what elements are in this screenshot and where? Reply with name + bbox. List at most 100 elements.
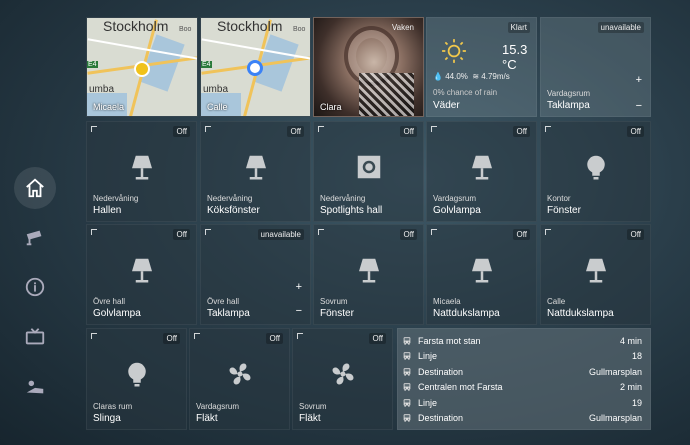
bus-icon: [403, 352, 411, 360]
bus-icon: [403, 367, 411, 376]
increase-button[interactable]: +: [296, 281, 302, 293]
map-tile-calle[interactable]: Stockholm Boo E4 umba Calle: [200, 17, 311, 117]
map-tile-micaela[interactable]: Stockholm Boo E4 umba Micaela: [86, 17, 198, 117]
location-dot-icon: [247, 60, 263, 76]
transit-value: Gullmarsplan: [588, 366, 642, 377]
cctv-icon: [26, 230, 42, 246]
light-tile[interactable]: Off Nedervåning Köksfönster: [200, 121, 311, 222]
tile-room: Kontor: [547, 194, 571, 203]
tile-state: Off: [513, 126, 530, 137]
light-tile[interactable]: Off Vardagsrum Fläkt: [189, 328, 290, 430]
light-tile[interactable]: Off Nedervåning Hallen: [86, 121, 197, 222]
map-city-label: Stockholm: [217, 18, 283, 34]
tile-state: Off: [627, 229, 644, 240]
transit-value: 4 min: [619, 335, 642, 346]
corner-mark: [91, 126, 97, 132]
tile-vardagsrum-taklampa[interactable]: unavailable + − Vardagsrum Taklampa: [540, 17, 651, 117]
map-person-label: Calle: [207, 102, 228, 112]
tile-room: Övre hall: [207, 297, 240, 306]
tile-state: Off: [369, 333, 386, 344]
tile-name: Köksfönster: [207, 205, 260, 216]
light-tile[interactable]: Off Nedervåning Spotlights hall: [313, 121, 424, 222]
corner-mark: [91, 333, 97, 339]
floor-lamp-icon: [127, 152, 157, 182]
rain-chance: 0% chance of rain: [433, 88, 498, 97]
tile-name: Fönster: [320, 308, 354, 319]
tile-state: Off: [400, 126, 417, 137]
tile-state: Off: [627, 126, 644, 137]
nav-camera[interactable]: [14, 216, 56, 258]
increase-button[interactable]: +: [636, 74, 642, 86]
info-icon: [25, 277, 45, 297]
tile-room: Nedervåning: [207, 194, 253, 203]
weather-tile[interactable]: Klart 15.3 °C 💧 44.0% ≋ 4.79m/s 0% chanc…: [426, 17, 537, 117]
transit-value: 18: [631, 351, 642, 361]
tile-name: Golvlampa: [433, 205, 481, 216]
nav-sleep[interactable]: [14, 366, 56, 408]
light-tile[interactable]: Off Övre hall Golvlampa: [86, 224, 197, 325]
transit-value: 2 min: [619, 382, 642, 392]
corner-mark: [318, 229, 324, 235]
decrease-button[interactable]: −: [636, 100, 642, 112]
decrease-button[interactable]: −: [296, 305, 302, 317]
wind-icon: ≋: [472, 72, 480, 81]
camera-pattern: [359, 73, 414, 116]
light-tile[interactable]: unavailable + − Övre hall Taklampa: [200, 224, 311, 325]
bus-icon: [403, 383, 411, 391]
tile-name: Nattdukslampa: [547, 308, 614, 319]
corner-mark: [545, 229, 551, 235]
tile-room: Calle: [547, 297, 566, 306]
tile-state: Off: [266, 333, 283, 344]
corner-mark: [545, 126, 551, 132]
light-tile[interactable]: Off Kontor Fönster: [540, 121, 651, 222]
bus-icon: [403, 398, 411, 407]
transit-card[interactable]: Farsta mot stan 4 min Linje 18 Destination Gu…: [397, 328, 651, 430]
road-badge: E4: [87, 61, 98, 68]
floor-lamp-icon: [241, 152, 271, 182]
bulb-icon: [581, 152, 611, 182]
sidebar: [0, 0, 70, 445]
camera-tile[interactable]: Vaken Clara: [313, 17, 424, 117]
tile-name: Fönster: [547, 205, 581, 216]
nav-home[interactable]: [14, 167, 56, 209]
sleep-icon: [26, 380, 44, 394]
tile-name: Spotlights hall: [320, 205, 383, 216]
map-city-label: Stockholm: [103, 18, 169, 34]
transit-label: Destination: [418, 366, 464, 377]
fan-icon: [328, 359, 358, 389]
transit-row: Destination Gullmarsplan: [402, 364, 642, 379]
tile-name: Taklampa: [207, 308, 250, 319]
tile-room: Vardagsrum: [433, 194, 476, 203]
light-tile[interactable]: Off Sovrum Fläkt: [292, 328, 393, 430]
tile-name: Fläkt: [299, 413, 321, 424]
tile-name: Golvlampa: [93, 308, 141, 319]
bus-icon: [403, 414, 411, 422]
tile-name: Fläkt: [196, 413, 218, 424]
home-icon: [26, 178, 44, 198]
camera-label: Clara: [320, 102, 342, 112]
transit-label: Linje: [418, 397, 438, 408]
wind-value: 4.79m/s: [481, 72, 510, 81]
fan-icon: [225, 359, 255, 389]
corner-mark: [205, 229, 211, 235]
light-tile[interactable]: Off Claras rum Slinga: [86, 328, 187, 430]
tile-state: Off: [163, 333, 180, 344]
transit-row: Centralen mot Farsta 2 min: [402, 380, 642, 395]
floor-lamp-icon: [467, 152, 497, 182]
weather-state: Klart: [507, 22, 530, 33]
light-tile[interactable]: Off Calle Nattdukslampa: [540, 224, 651, 325]
transit-label: Farsta mot stan: [418, 335, 481, 346]
tile-room: Claras rum: [93, 402, 133, 411]
floor-lamp-icon: [127, 255, 157, 285]
light-tile[interactable]: Off Micaela Nattdukslampa: [426, 224, 537, 325]
light-tile[interactable]: Off Vardagsrum Golvlampa: [426, 121, 537, 222]
tile-state: unavailable: [597, 22, 644, 33]
nav-tv[interactable]: [14, 316, 56, 358]
transit-value: 19: [631, 397, 642, 408]
tile-room: Sovrum: [299, 402, 327, 411]
tile-state: Off: [513, 229, 530, 240]
light-tile[interactable]: Off Sovrum Fönster: [313, 224, 424, 325]
nav-info[interactable]: [14, 266, 56, 308]
camera-state: Vaken: [391, 23, 414, 32]
map-area-label: umba: [203, 84, 229, 95]
